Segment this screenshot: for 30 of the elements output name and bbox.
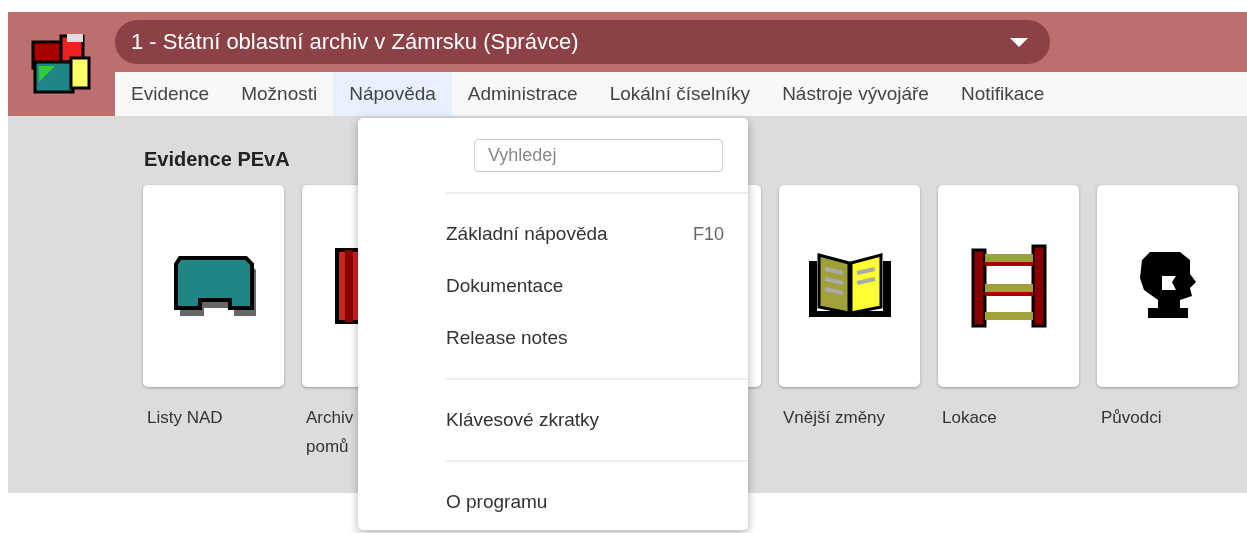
shelf-icon <box>970 244 1047 328</box>
tile-card[interactable] <box>1097 185 1238 387</box>
tile-label: Listy NAD <box>146 407 224 429</box>
tile-card[interactable] <box>143 185 284 387</box>
menu-bar-item[interactable]: Administrace <box>451 72 594 116</box>
tile-label: Lokace <box>941 407 998 429</box>
tile-label: Archiv pomů <box>305 407 355 458</box>
tile-label: Původci <box>1100 407 1163 429</box>
folder-tab-icon <box>171 256 256 316</box>
archive-selector-label: 1 - Státní oblastní archiv v Zámrsku (Správce) <box>131 29 579 55</box>
menu-item-label: Základní nápověda <box>446 223 608 245</box>
menu-item-label: Klávesové zkratky <box>446 409 600 431</box>
menu-item-label: Dokumentace <box>446 275 564 297</box>
shortcut-label: F10 <box>692 223 724 245</box>
archive-selector[interactable]: 1 - Státní oblastní archiv v Zámrsku (Správce) <box>115 20 1050 64</box>
menu-item-label: Release notes <box>446 327 568 349</box>
archive-box-icon <box>30 32 93 96</box>
tile-card[interactable] <box>938 185 1079 387</box>
section-title: Evidence PEvA <box>144 148 290 171</box>
menu-bar-item[interactable]: Lokální číselníky <box>593 72 767 116</box>
tile-card[interactable] <box>779 185 920 387</box>
menu-bar-item[interactable]: Nástroje vývojáře <box>766 72 945 116</box>
menu-bar-item[interactable]: Možnosti <box>225 72 334 116</box>
menu-item-label: O programu <box>446 491 548 513</box>
menu-bar-item[interactable]: Evidence <box>115 72 226 116</box>
menu-bar-item[interactable]: Notifikace <box>944 72 1061 116</box>
dropdown-caret-icon <box>1010 37 1028 47</box>
search-field[interactable]: Vyhledej <box>474 139 723 172</box>
menu-bar-item[interactable]: Nápověda <box>333 72 452 116</box>
tile-label: Vnější změny <box>782 407 887 429</box>
